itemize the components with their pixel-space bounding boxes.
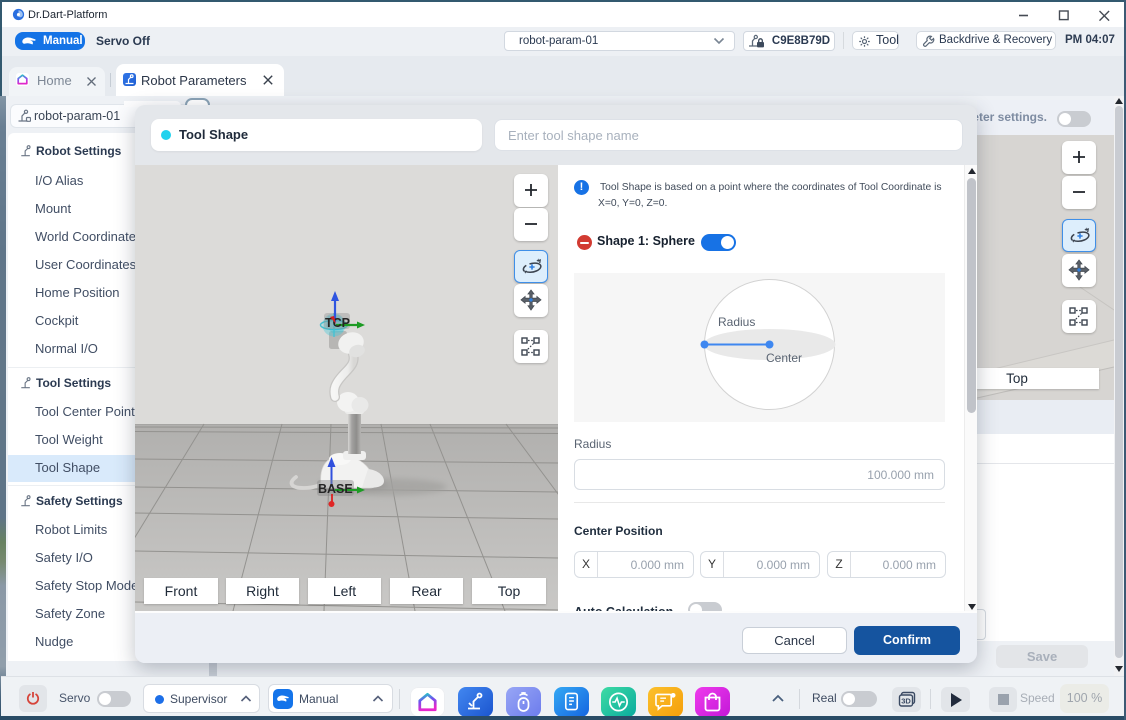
svg-text:BASE: BASE [318, 482, 353, 496]
svg-text:Radius: Radius [718, 315, 755, 329]
svg-text:TCP: TCP [325, 316, 350, 330]
svg-text:Center: Center [766, 351, 802, 365]
svg-text:3D: 3D [901, 697, 911, 706]
